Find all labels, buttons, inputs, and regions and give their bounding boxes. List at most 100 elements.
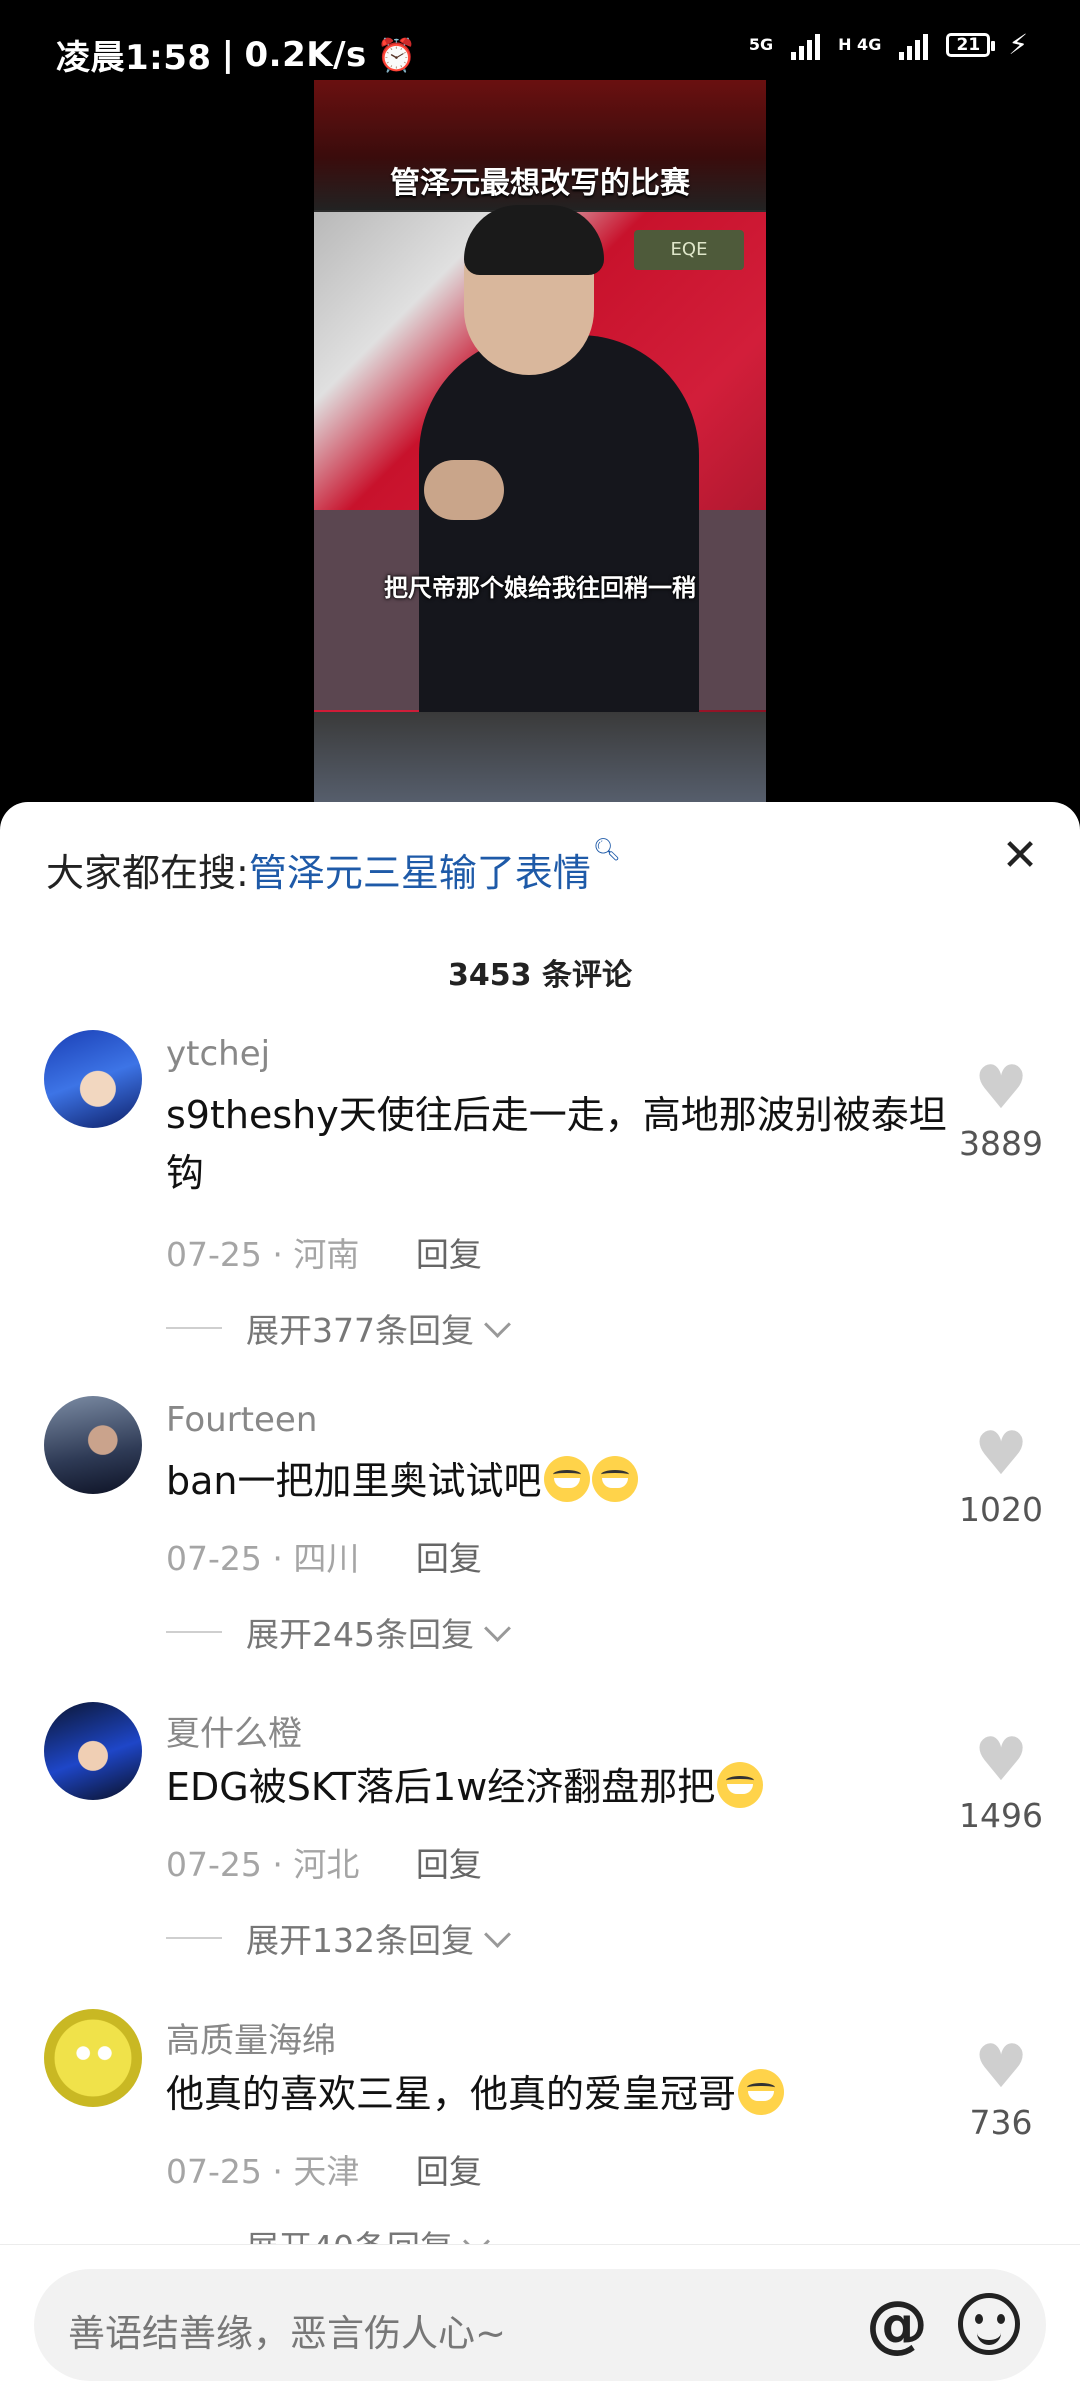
like-button[interactable]: ♥ 3889 — [946, 1058, 1056, 1163]
comment-text: 他真的喜欢三星，他真的爱皇冠哥 — [166, 2065, 956, 2123]
crying-emoji-icon — [543, 1456, 590, 1502]
avatar[interactable] — [44, 2009, 142, 2107]
comment-input[interactable]: 善语结善缘，恶言伤人心~ @ — [34, 2269, 1046, 2381]
search-prefix: 大家都在搜: — [46, 851, 249, 895]
video-subtitle: 把尺帝那个娘给我往回稍一稍 — [384, 574, 696, 602]
comment-meta: 07-25 · 河南 回复 — [166, 1228, 482, 1276]
comment-location: 河北 — [293, 1845, 360, 1884]
video-person-hand — [424, 460, 504, 520]
comment-meta: 07-25 · 天津 回复 — [166, 2145, 482, 2193]
comment-text-content: EDG被SKT落后1w经济翻盘那把 — [166, 1765, 716, 1809]
reply-button[interactable]: 回复 — [416, 1235, 482, 1274]
heart-icon: ♥ — [974, 1725, 1028, 1795]
heart-icon: ♥ — [974, 1419, 1028, 1489]
chevron-down-icon — [484, 1614, 511, 1642]
comment-meta: 07-25 · 河北 回复 — [166, 1838, 482, 1886]
video-title: 管泽元最想改写的比赛 — [390, 166, 690, 201]
like-count: 736 — [969, 2103, 1033, 2142]
alarm-icon: ⏰ — [376, 35, 418, 74]
heart-icon: ♥ — [974, 1053, 1028, 1123]
comment-username[interactable]: 夏什么橙 — [166, 1706, 302, 1755]
mention-at-icon[interactable]: @ — [866, 2291, 928, 2357]
charging-icon: ⚡ — [1008, 28, 1028, 61]
meta-dot: · — [272, 1235, 294, 1274]
search-query-link[interactable]: 管泽元三星输了表情 — [249, 842, 591, 897]
signal-icon-1 — [791, 30, 821, 60]
comment-date: 07-25 — [166, 2152, 262, 2191]
comment-text: ban一把加里奥试试吧 — [166, 1452, 956, 1510]
comment-username[interactable]: Fourteen — [166, 1400, 317, 1440]
status-right: 5G H 4G 21 ⚡ — [749, 28, 1028, 61]
video-player[interactable]: EQE 管泽元最想改写的比赛 把尺帝那个娘给我往回稍一稍 — [314, 80, 766, 802]
comment-sheet: 大家都在搜: 管泽元三星输了表情 🔍︎ ✕ 3453 条评论 ytchej s9… — [0, 802, 1080, 2400]
crying-emoji-icon — [738, 2069, 785, 2115]
like-button[interactable]: ♥ 1020 — [946, 1424, 1056, 1529]
like-count: 3889 — [959, 1124, 1043, 1163]
like-button[interactable]: ♥ 1496 — [946, 1730, 1056, 1835]
emoji-icon[interactable] — [958, 2293, 1020, 2355]
status-time: 凌晨1:58 — [56, 38, 212, 78]
expand-divider — [166, 1631, 222, 1633]
comment-input-bar: 善语结善缘，恶言伤人心~ @ — [0, 2244, 1080, 2401]
comment-text: EDG被SKT落后1w经济翻盘那把 — [166, 1758, 956, 1816]
chevron-down-icon — [484, 1920, 511, 1948]
avatar[interactable] — [44, 1396, 142, 1494]
comment-item: 高质量海绵 他真的喜欢三星，他真的爱皇冠哥 07-25 · 天津 回复 展开40… — [0, 2009, 1080, 2269]
like-button[interactable]: ♥ 736 — [946, 2037, 1056, 2142]
comment-item: ytchej s9theshy天使往后走一走，高地那波别被泰坦钩 07-25 ·… — [0, 1030, 1080, 1350]
comment-username[interactable]: ytchej — [166, 1034, 270, 1074]
close-button[interactable]: ✕ — [996, 832, 1044, 880]
crying-emoji-icon — [717, 1762, 764, 1808]
comment-location: 天津 — [293, 2152, 360, 2191]
status-left: 凌晨1:58 | 0.2K/s ⏰ — [56, 30, 417, 79]
comment-date: 07-25 — [166, 1539, 262, 1578]
expand-divider — [166, 1937, 222, 1939]
expand-label: 展开132条回复 — [246, 1921, 474, 1960]
network-speed: 0.2K/s — [244, 34, 367, 75]
comment-date: 07-25 — [166, 1845, 262, 1884]
like-count: 1496 — [959, 1796, 1043, 1835]
expand-replies[interactable]: 展开132条回复 — [166, 1914, 511, 1962]
comment-date: 07-25 — [166, 1235, 262, 1274]
crying-emoji-icon — [591, 1456, 638, 1502]
meta-dot: · — [272, 1539, 294, 1578]
battery-level: 21 — [956, 34, 981, 55]
reply-button[interactable]: 回复 — [416, 2152, 482, 2191]
net-label-2: H 4G — [838, 35, 882, 54]
expand-replies[interactable]: 展开377条回复 — [166, 1304, 511, 1352]
expand-divider — [166, 1327, 222, 1329]
reply-button[interactable]: 回复 — [416, 1539, 482, 1578]
comment-text: s9theshy天使往后走一走，高地那波别被泰坦钩 — [166, 1093, 947, 1195]
video-person-body — [419, 335, 699, 715]
signal-icon-2 — [899, 30, 929, 60]
expand-label: 展开377条回复 — [246, 1311, 474, 1350]
video-bottom-band — [314, 712, 766, 802]
comment-username[interactable]: 高质量海绵 — [166, 2013, 336, 2062]
net-label-1: 5G — [748, 35, 774, 54]
meta-dot: · — [272, 1845, 294, 1884]
comment-text-content: 他真的喜欢三星，他真的爱皇冠哥 — [166, 2072, 737, 2116]
comment-location: 四川 — [293, 1539, 360, 1578]
comment-item: Fourteen ban一把加里奥试试吧 07-25 · 四川 回复 展开245… — [0, 1396, 1080, 1656]
video-person-hair — [464, 205, 604, 275]
comment-input-placeholder: 善语结善缘，恶言伤人心~ — [68, 2312, 507, 2355]
avatar[interactable] — [44, 1702, 142, 1800]
expand-replies[interactable]: 展开245条回复 — [166, 1608, 511, 1656]
heart-icon: ♥ — [974, 2032, 1028, 2102]
like-count: 1020 — [959, 1490, 1043, 1529]
battery-icon: 21 — [946, 32, 996, 57]
status-separator: | — [221, 34, 235, 75]
comment-location: 河南 — [293, 1235, 360, 1274]
video-logo: EQE — [634, 230, 744, 270]
comment-count: 3453 条评论 — [448, 958, 632, 993]
comment-text-content: ban一把加里奥试试吧 — [166, 1459, 542, 1503]
expand-label: 展开245条回复 — [246, 1615, 474, 1654]
search-icon: 🔍︎ — [592, 838, 621, 863]
trending-search[interactable]: 大家都在搜: 管泽元三星输了表情 🔍︎ — [46, 838, 621, 897]
meta-dot: · — [272, 2152, 294, 2191]
avatar[interactable] — [44, 1030, 142, 1128]
chevron-down-icon — [484, 1310, 511, 1338]
comment-meta: 07-25 · 四川 回复 — [166, 1532, 482, 1580]
reply-button[interactable]: 回复 — [416, 1845, 482, 1884]
comment-item: 夏什么橙 EDG被SKT落后1w经济翻盘那把 07-25 · 河北 回复 展开1… — [0, 1702, 1080, 1962]
